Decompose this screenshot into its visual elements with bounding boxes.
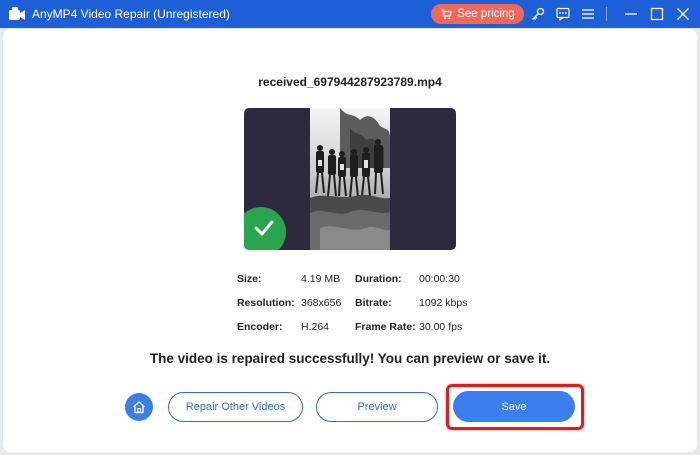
file-name: received_697944287923789.mp4 bbox=[258, 75, 442, 89]
info-row-bitrate: Bitrate: 1092 kbps bbox=[355, 297, 467, 321]
titlebar-divider bbox=[606, 7, 607, 21]
encoder-label: Encoder: bbox=[237, 321, 283, 333]
info-row-duration: Duration: 00:00:30 bbox=[355, 273, 467, 297]
framerate-label: Frame Rate: bbox=[355, 321, 416, 333]
framerate-value: 30.00 fps bbox=[419, 321, 463, 333]
app-logo-icon bbox=[9, 7, 25, 20]
feedback-icon[interactable] bbox=[554, 5, 572, 23]
maximize-icon[interactable] bbox=[648, 5, 666, 23]
menu-icon[interactable] bbox=[579, 5, 597, 23]
cart-icon bbox=[441, 8, 452, 20]
size-label: Size: bbox=[237, 273, 262, 285]
video-info-left: Size: 4.19 MB Resolution: 368x656 Encode… bbox=[237, 273, 341, 345]
duration-label: Duration: bbox=[355, 273, 402, 285]
see-pricing-label: See pricing bbox=[457, 8, 515, 20]
minimize-icon[interactable] bbox=[622, 5, 640, 23]
info-row-resolution: Resolution: 368x656 bbox=[237, 297, 341, 321]
video-thumbnail[interactable] bbox=[244, 108, 456, 250]
bitrate-label: Bitrate: bbox=[355, 297, 392, 309]
duration-value: 00:00:30 bbox=[419, 273, 460, 285]
resolution-value: 368x656 bbox=[301, 297, 342, 309]
main-panel: received_697944287923789.mp4 Size: 4.19 … bbox=[3, 29, 697, 452]
video-info-right: Duration: 00:00:30 Bitrate: 1092 kbps Fr… bbox=[355, 273, 467, 345]
info-row-framerate: Frame Rate: 30.00 fps bbox=[355, 321, 467, 345]
success-check-icon bbox=[244, 207, 286, 250]
bitrate-value: 1092 kbps bbox=[419, 297, 468, 309]
resolution-label: Resolution: bbox=[237, 297, 295, 309]
home-icon bbox=[133, 401, 145, 414]
repair-other-videos-button[interactable]: Repair Other Videos bbox=[168, 392, 303, 422]
key-icon[interactable] bbox=[529, 5, 547, 23]
window-title: AnyMP4 Video Repair (Unregistered) bbox=[32, 7, 230, 21]
home-button[interactable] bbox=[125, 393, 153, 421]
size-value: 4.19 MB bbox=[301, 273, 341, 285]
video-frame bbox=[310, 108, 390, 250]
close-icon[interactable] bbox=[674, 5, 692, 23]
encoder-value: H.264 bbox=[301, 321, 330, 333]
see-pricing-button[interactable]: See pricing bbox=[431, 4, 524, 24]
title-bar: AnyMP4 Video Repair (Unregistered) See p… bbox=[0, 0, 700, 28]
status-message: The video is repaired successfully! You … bbox=[149, 351, 551, 366]
save-button[interactable]: Save bbox=[453, 391, 575, 422]
preview-button[interactable]: Preview bbox=[316, 392, 438, 422]
info-row-encoder: Encoder: H.264 bbox=[237, 321, 341, 345]
info-row-size: Size: 4.19 MB bbox=[237, 273, 341, 297]
